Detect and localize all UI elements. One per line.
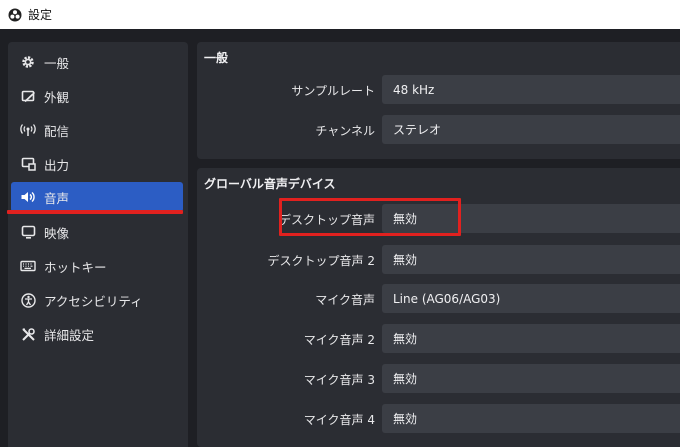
- mic-audio-label: マイク音声: [315, 293, 375, 307]
- sidebar-item-accessibility[interactable]: アクセシビリティ: [11, 285, 183, 315]
- channels-select[interactable]: ステレオ: [382, 115, 680, 144]
- mic-audio-3-select[interactable]: 無効: [382, 364, 680, 393]
- window-title: 設定: [28, 8, 53, 22]
- mic-audio-2-label: マイク音声 2: [303, 333, 375, 347]
- sidebar-item-label: 出力: [44, 157, 70, 173]
- sidebar-item-appearance[interactable]: 外観: [11, 81, 183, 111]
- annotation-underline: [7, 210, 183, 214]
- mic-audio-2-value: 無効: [393, 332, 418, 346]
- mic-audio-select[interactable]: Line (AG06/AG03): [382, 284, 680, 313]
- sidebar-item-label: 音声: [44, 190, 70, 206]
- keyboard-icon: [20, 258, 36, 274]
- sidebar-item-audio[interactable]: 音声: [11, 182, 183, 212]
- sidebar-item-advanced[interactable]: 詳細設定: [11, 319, 183, 349]
- mic-audio-4-value: 無効: [393, 412, 418, 426]
- gear-icon: [20, 54, 36, 70]
- sidebar-item-label: アクセシビリティ: [44, 293, 143, 309]
- sidebar-item-label: 詳細設定: [44, 327, 95, 343]
- sample-rate-value: 48 kHz: [393, 82, 435, 97]
- sidebar-item-label: 外観: [44, 89, 70, 105]
- mic-audio-4-select[interactable]: 無効: [382, 404, 680, 433]
- mic-audio-4-label: マイク音声 4: [303, 413, 375, 427]
- tools-icon: [20, 326, 36, 342]
- mic-audio-3-value: 無効: [393, 372, 418, 386]
- desktop-audio-2-label: デスクトップ音声 2: [267, 254, 375, 268]
- sidebar-item-stream[interactable]: 配信: [11, 115, 183, 145]
- accessibility-icon: [20, 292, 36, 308]
- mic-audio-3-label: マイク音声 3: [303, 373, 375, 387]
- sidebar-item-video[interactable]: 映像: [11, 217, 183, 247]
- sample-rate-select[interactable]: 48 kHz: [382, 75, 680, 104]
- monitor-icon: [20, 224, 36, 240]
- mic-audio-2-select[interactable]: 無効: [382, 324, 680, 353]
- channels-label: チャンネル: [315, 124, 375, 138]
- section-title: 一般: [204, 51, 229, 65]
- desktop-audio-2-select[interactable]: 無効: [382, 245, 680, 274]
- sidebar-item-output[interactable]: 出力: [11, 149, 183, 179]
- annotation-highlight-box: [279, 198, 461, 236]
- sidebar-item-hotkeys[interactable]: ホットキー: [11, 251, 183, 281]
- sidebar-item-label: ホットキー: [44, 259, 107, 275]
- sidebar-item-general[interactable]: 一般: [11, 47, 183, 77]
- channels-value: ステレオ: [393, 123, 442, 137]
- sidebar-item-label: 配信: [44, 123, 70, 139]
- general-section: 一般 サンプルレート 48 kHz チャンネル ステレオ: [197, 42, 680, 159]
- output-icon: [20, 156, 36, 172]
- speaker-icon: [20, 189, 36, 205]
- obs-logo-icon: [8, 8, 22, 22]
- sidebar-item-label: 映像: [44, 225, 70, 241]
- title-bar: 設定: [0, 0, 680, 29]
- section-title: グローバル音声デバイス: [204, 177, 336, 191]
- mic-audio-value: Line (AG06/AG03): [393, 291, 501, 306]
- sample-rate-label: サンプルレート: [291, 84, 375, 98]
- appearance-icon: [20, 88, 36, 104]
- broadcast-icon: [20, 122, 36, 138]
- sidebar-item-label: 一般: [44, 55, 70, 71]
- settings-sidebar: 一般 外観 配信 出力 音声 映像 ホットキー アクセシビリティ 詳細設定: [8, 42, 188, 447]
- desktop-audio-2-value: 無効: [393, 253, 418, 267]
